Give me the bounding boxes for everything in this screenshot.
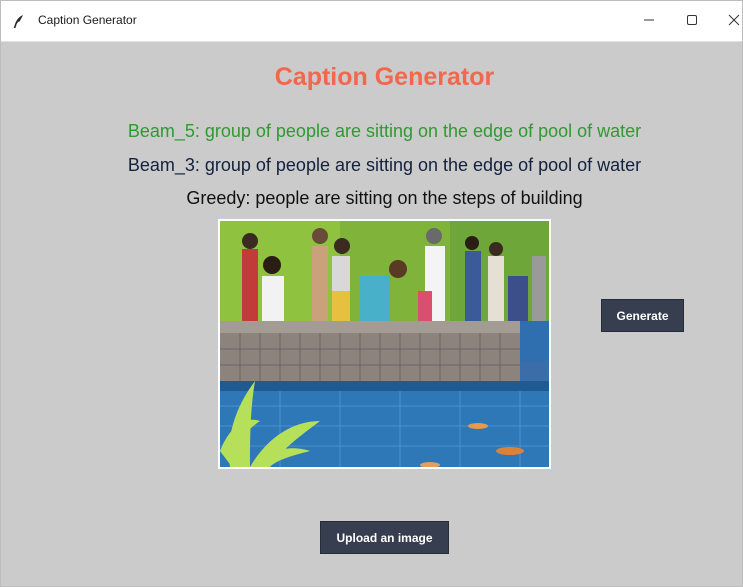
close-button[interactable] — [711, 1, 742, 42]
window-title: Caption Generator — [38, 13, 137, 27]
upload-image-button[interactable]: Upload an image — [320, 521, 449, 554]
minimize-button[interactable] — [626, 1, 672, 42]
maximize-button[interactable] — [669, 1, 715, 42]
caption-beam5: Beam_5: group of people are sitting on t… — [127, 121, 642, 141]
title-bar[interactable]: Caption Generator — [1, 1, 742, 42]
feather-icon — [11, 14, 27, 30]
app-window: Caption Generator Caption Generator Beam… — [0, 0, 743, 587]
generate-button[interactable]: Generate — [601, 299, 684, 332]
caption-beam3: Beam_3: group of people are sitting on t… — [127, 155, 642, 175]
minimize-icon — [643, 13, 655, 31]
close-icon — [728, 13, 740, 31]
caption-greedy: Greedy: people are sitting on the steps … — [186, 188, 583, 208]
maximize-icon — [686, 13, 698, 31]
app-heading: Caption Generator — [274, 63, 495, 91]
uploaded-image — [218, 219, 551, 469]
